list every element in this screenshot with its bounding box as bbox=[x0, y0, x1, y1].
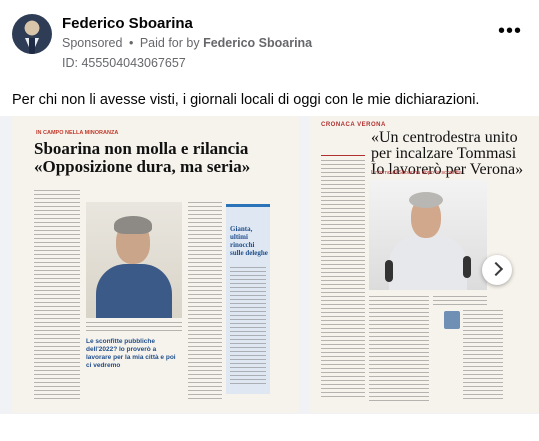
meta-separator: • bbox=[128, 36, 134, 50]
article-headline: Sboarina non molla e rilancia «Opposizio… bbox=[34, 140, 250, 176]
text-column bbox=[321, 160, 365, 400]
sidebar-title: Gianta, ultimi rinocchi sulle deleghe bbox=[230, 225, 268, 257]
sidebar-text bbox=[230, 267, 266, 387]
text-column bbox=[188, 202, 222, 402]
sidebar-box: Gianta, ultimi rinocchi sulle deleghe bbox=[226, 204, 270, 394]
photo-figure-body bbox=[389, 236, 467, 290]
newspaper-clipping-1: IN CAMPO NELLA MINORANZA Sboarina non mo… bbox=[12, 116, 299, 413]
left-column-header bbox=[321, 138, 365, 156]
paid-for-label: Paid for by bbox=[139, 36, 200, 50]
avatar[interactable] bbox=[12, 14, 52, 54]
headline-line: per incalzare Tommasi bbox=[371, 145, 517, 162]
post-header: Federico Sboarina Sponsored • Paid for b… bbox=[12, 12, 527, 72]
more-options-icon[interactable]: ••• bbox=[495, 20, 525, 50]
headline-line: «Un centrodestra unito bbox=[371, 129, 518, 146]
ad-id: ID: 455504043067657 bbox=[62, 56, 186, 70]
article-kicker: IN CAMPO NELLA MINORANZA bbox=[36, 130, 119, 136]
post-text: Per chi non li avesse visti, i giornali … bbox=[12, 92, 480, 108]
text-column bbox=[369, 296, 429, 401]
article-photo bbox=[369, 180, 487, 290]
text-column bbox=[433, 296, 487, 308]
headline-line: «Opposizione dura, ma seria» bbox=[34, 157, 251, 176]
avatar-tie bbox=[29, 38, 35, 54]
municipal-crest-icon bbox=[444, 311, 460, 329]
section-label: CRONACA VERONA bbox=[321, 122, 386, 128]
chevron-right-icon bbox=[488, 261, 504, 277]
post-footer bbox=[0, 414, 539, 441]
pull-quote: Le sconfitte pubbliche dell'2022? Io pro… bbox=[86, 338, 182, 396]
notice-text bbox=[463, 310, 503, 400]
photo-figure-body bbox=[96, 264, 172, 318]
photo-figure-hair bbox=[409, 192, 443, 208]
carousel-slide-1[interactable]: IN CAMPO NELLA MINORANZA Sboarina non mo… bbox=[12, 116, 299, 413]
photo-caption bbox=[86, 322, 182, 334]
author-name[interactable]: Federico Sboarina bbox=[62, 15, 193, 32]
pull-quote-text: Le sconfitte pubbliche dell'2022? Io pro… bbox=[86, 338, 176, 369]
article-photo bbox=[86, 202, 182, 318]
photo-figure-hair bbox=[114, 216, 152, 234]
headline-line: Sboarina non molla e rilancia bbox=[34, 139, 249, 158]
article-subline: Il ritorno di Sboarina dopo la sconfitta bbox=[371, 170, 462, 176]
sponsored-label[interactable]: Sponsored bbox=[62, 36, 122, 50]
carousel-next-button[interactable] bbox=[482, 255, 512, 285]
payer-name[interactable]: Federico Sboarina bbox=[203, 36, 312, 50]
image-carousel[interactable]: IN CAMPO NELLA MINORANZA Sboarina non mo… bbox=[0, 116, 539, 416]
microphone-icon bbox=[385, 260, 393, 282]
text-column bbox=[34, 190, 80, 400]
sponsored-post-card: Federico Sboarina Sponsored • Paid for b… bbox=[0, 0, 539, 441]
sponsored-meta: Sponsored • Paid for by Federico Sboarin… bbox=[62, 36, 312, 50]
microphone-icon bbox=[463, 256, 471, 278]
